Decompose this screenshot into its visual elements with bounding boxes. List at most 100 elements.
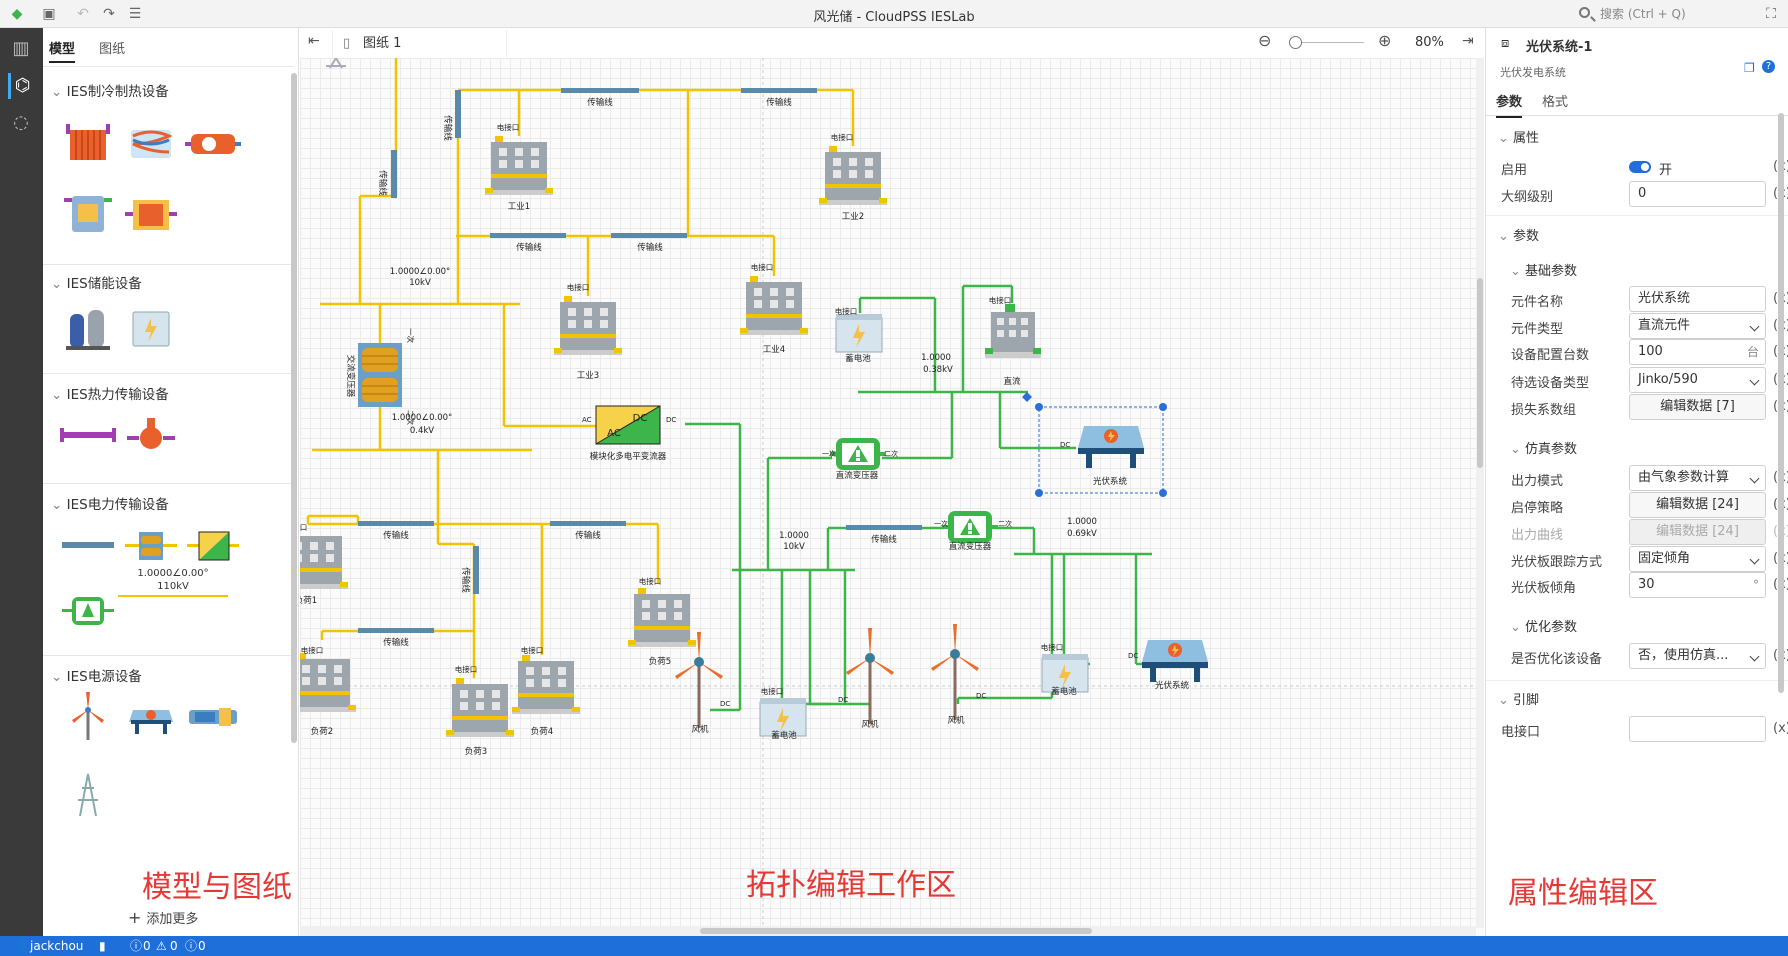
zoom-slider-handle[interactable] [1289, 36, 1302, 49]
coil-exchanger-icon[interactable] [121, 116, 181, 170]
sheet-tab[interactable]: ▯ 图纸 1 [332, 30, 507, 58]
pump-icon[interactable] [121, 408, 181, 462]
industry4-building-icon[interactable] [740, 276, 808, 335]
tab-sheets[interactable]: 图纸 [99, 38, 125, 61]
tilt-input[interactable]: 30 ° [1629, 572, 1766, 598]
dc-transformer1-label: 直流变压器 [836, 470, 879, 481]
section-sim-params[interactable]: 仿真参数 [1510, 438, 1577, 457]
converter-icon[interactable] [183, 518, 243, 572]
category-heating-cooling[interactable]: IES制冷制热设备 [51, 80, 169, 100]
warning-count[interactable]: 0 [170, 936, 178, 956]
load5-building-icon[interactable] [628, 588, 696, 647]
category-power-source[interactable]: IES电源设备 [51, 665, 142, 685]
industry2-building-icon[interactable] [819, 146, 887, 205]
industry3-building-icon[interactable] [554, 296, 622, 355]
component-type-select[interactable]: 直流元件 [1629, 313, 1766, 339]
copy-icon[interactable]: ❐ [1744, 61, 1755, 75]
fullscreen-icon[interactable]: ⛶ [1762, 5, 1780, 23]
username[interactable]: jackchou [30, 936, 83, 956]
topology-canvas[interactable]: ⇤ ▯ 图纸 1 ⊖ ⊕ 80% ⇥ 传输线 传输线 传输线 传输线 传输线 传… [300, 28, 1484, 936]
section-opt-params[interactable]: 优化参数 [1510, 616, 1577, 635]
outline-level-input[interactable]: 0 [1629, 181, 1766, 207]
output-mode-select[interactable]: 由气象参数计算 [1629, 465, 1766, 491]
dc-transformer1-icon[interactable] [830, 438, 886, 470]
tab-models[interactable]: 模型 [49, 38, 76, 63]
enable-toggle[interactable] [1629, 161, 1651, 173]
bus-icon[interactable] [118, 595, 228, 597]
cable-segments[interactable] [358, 88, 817, 633]
section-attributes[interactable]: 属性 [1498, 127, 1539, 146]
section-params[interactable]: 参数 [1498, 225, 1539, 244]
svg-text:一次: 一次 [822, 449, 836, 458]
pv-system-icon[interactable] [121, 690, 181, 744]
bulb-icon[interactable]: ◌ [8, 110, 34, 136]
heat-exchanger-icon[interactable] [58, 116, 118, 170]
chart-icon[interactable]: ▥ [8, 36, 34, 62]
category-heat-transmission[interactable]: IES热力传输设备 [51, 383, 169, 403]
wind-turbine-icon[interactable] [58, 690, 118, 744]
collapse-right-icon[interactable]: ⇥ [1462, 33, 1474, 49]
mmc-converter-icon[interactable] [595, 405, 661, 445]
industry1-label: 工业1 [508, 201, 530, 212]
model-panel-scrollbar[interactable] [291, 73, 297, 743]
grid-tower-icon[interactable] [58, 768, 118, 822]
pv-system1-icon[interactable] [1078, 426, 1144, 468]
add-more-button[interactable]: + 添加更多 [128, 908, 198, 927]
section-pins[interactable]: 引脚 [1498, 689, 1539, 708]
pin-input[interactable] [1629, 716, 1766, 742]
canvas-vscroll[interactable] [1476, 58, 1484, 928]
industry4-label: 工业4 [763, 344, 785, 355]
transmission-line-icon[interactable] [58, 518, 118, 572]
dc-bus1-value: 1.0000 [921, 353, 951, 363]
category-storage[interactable]: IES储能设备 [51, 272, 142, 292]
transformer-icon[interactable] [121, 518, 181, 572]
load3-building-icon[interactable] [446, 678, 514, 737]
ac-transformer-icon[interactable] [358, 343, 402, 407]
wind-turbine3-icon[interactable] [929, 622, 981, 722]
device-icon[interactable]: ▮ [99, 936, 106, 956]
help-icon[interactable]: ? [1762, 60, 1775, 73]
bus-04kv-kv: 0.4kV [410, 426, 434, 436]
heat-pump-icon[interactable] [183, 116, 243, 170]
load2-building-icon[interactable] [300, 653, 356, 712]
gas-storage-icon[interactable] [58, 300, 118, 354]
label-line-7: 传输线 [383, 637, 409, 648]
dc-network[interactable] [685, 284, 1152, 712]
boiler-icon[interactable] [58, 186, 118, 240]
optimize-select[interactable]: 否，使用仿真... [1629, 643, 1766, 669]
device-type-select[interactable]: Jinko/590 [1629, 367, 1766, 393]
collapse-left-icon[interactable]: ⇤ [308, 33, 320, 49]
dc-load-icon[interactable] [985, 304, 1041, 358]
canvas-grid[interactable]: 传输线 传输线 传输线 传输线 传输线 传输线 传输线 传输线 传输线 传输线 … [300, 58, 1476, 926]
topology-icon[interactable]: ⌬ [8, 73, 34, 99]
canvas-hscroll[interactable] [300, 926, 1476, 936]
error-count[interactable]: 0 [143, 936, 151, 956]
component-name-input[interactable]: 光伏系统 [1629, 286, 1766, 312]
svg-text:AC: AC [607, 428, 621, 439]
dc-transformer2-icon[interactable] [942, 511, 998, 543]
wind-turbine2-icon[interactable] [844, 626, 896, 726]
generator-icon[interactable] [183, 690, 243, 744]
zoom-out-icon[interactable]: ⊖ [1258, 31, 1271, 50]
loss-coeff-edit-button[interactable]: 编辑数据 [7] [1629, 394, 1766, 420]
industry1-building-icon[interactable] [485, 136, 553, 195]
load4-building-icon[interactable] [512, 655, 580, 714]
device-count-input[interactable]: 100 台 [1629, 339, 1766, 365]
dc-transformer-icon[interactable] [58, 583, 118, 637]
tab-format[interactable]: 格式 [1542, 91, 1568, 110]
zoom-in-icon[interactable]: ⊕ [1378, 31, 1391, 50]
pv-system2-icon[interactable] [1142, 640, 1208, 682]
category-power-transmission[interactable]: IES电力传输设备 [51, 493, 169, 513]
absorption-chiller-icon[interactable] [121, 186, 181, 240]
section-basic-params[interactable]: 基础参数 [1510, 260, 1577, 279]
tracking-select[interactable]: 固定倾角 [1629, 546, 1766, 572]
info-count[interactable]: 0 [198, 936, 206, 956]
tab-params[interactable]: 参数 [1496, 91, 1523, 118]
startstop-edit-button[interactable]: 编辑数据 [24] [1629, 492, 1766, 518]
property-scrollbar[interactable] [1778, 113, 1784, 693]
heat-pipe-icon[interactable] [58, 408, 118, 462]
battery-storage-icon[interactable] [121, 300, 181, 354]
battery1-icon[interactable] [835, 313, 883, 353]
load1-building-icon[interactable] [300, 530, 348, 589]
search-input[interactable]: 搜索 (Ctrl + Q) [1576, 4, 1726, 24]
